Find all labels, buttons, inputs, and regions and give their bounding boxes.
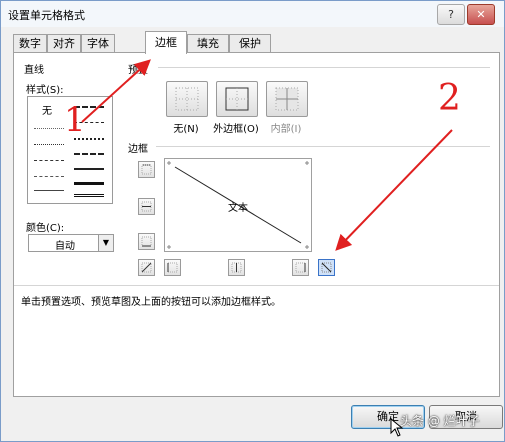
chevron-down-icon[interactable]: ▼ xyxy=(98,235,113,251)
tab-alignment[interactable]: 对齐 xyxy=(47,34,81,53)
presets-divider xyxy=(158,67,490,68)
border-bottom-button[interactable] xyxy=(138,233,155,250)
line-style-option[interactable] xyxy=(34,128,64,129)
border-diagonal-up-button[interactable] xyxy=(138,259,155,276)
border-inside-vertical-icon xyxy=(231,262,242,273)
preset-inside-icon xyxy=(275,87,299,111)
border-left-icon xyxy=(167,262,178,273)
line-style-none[interactable]: 无 xyxy=(42,102,52,117)
preset-none-icon xyxy=(175,87,199,111)
watermark: 头条 @ 烂叶子 xyxy=(400,414,480,428)
line-style-option[interactable] xyxy=(34,144,64,145)
diagonal-down-icon xyxy=(321,262,332,273)
border-left-button[interactable] xyxy=(164,259,181,276)
tab-border[interactable]: 边框 xyxy=(145,31,187,54)
border-bottom-icon xyxy=(141,236,152,247)
border-inside-horizontal-icon xyxy=(141,201,152,212)
help-button[interactable]: ? xyxy=(437,4,465,25)
hint-text: 单击预置选项、预览草图及上面的按钮可以添加边框样式。 xyxy=(21,297,281,308)
border-middle-horizontal-button[interactable] xyxy=(138,198,155,215)
title-bar: 设置单元格格式 ? ✕ xyxy=(1,1,504,27)
line-style-option[interactable] xyxy=(74,153,104,155)
border-tab-panel: 直线 样式(S): 无 颜色(C): 自动 ▼ 预置 无(N) 外边框(O) 内… xyxy=(13,52,500,397)
border-middle-vertical-button[interactable] xyxy=(228,259,245,276)
close-icon: ✕ xyxy=(476,8,486,21)
line-style-option[interactable] xyxy=(74,194,104,197)
line-style-option[interactable] xyxy=(34,176,64,177)
line-style-option[interactable] xyxy=(34,190,64,191)
line-style-option[interactable] xyxy=(74,168,104,170)
line-group-title: 直线 xyxy=(24,65,44,76)
border-top-button[interactable] xyxy=(138,161,155,178)
color-dropdown[interactable]: 自动 ▼ xyxy=(28,234,114,252)
border-diagonal-down-button[interactable] xyxy=(318,259,335,276)
color-label: 颜色(C): xyxy=(26,223,65,234)
tab-font[interactable]: 字体 xyxy=(81,34,115,53)
hint-divider xyxy=(14,285,499,286)
style-label: 样式(S): xyxy=(26,85,64,96)
line-style-option[interactable] xyxy=(34,160,64,161)
border-right-button[interactable] xyxy=(292,259,309,276)
diagonal-up-icon xyxy=(141,262,152,273)
tab-number[interactable]: 数字 xyxy=(13,34,47,53)
preset-inside-label: 内部(I) xyxy=(270,124,302,135)
color-value: 自动 xyxy=(55,241,75,252)
border-right-icon xyxy=(295,262,306,273)
close-button[interactable]: ✕ xyxy=(467,4,495,25)
help-icon: ? xyxy=(448,8,454,21)
preset-outline-button[interactable] xyxy=(216,81,258,117)
preset-none-button[interactable] xyxy=(166,81,208,117)
tab-protection[interactable]: 保护 xyxy=(229,34,271,53)
tab-fill[interactable]: 填充 xyxy=(187,34,229,53)
preview-text: 文本 xyxy=(228,203,248,214)
border-preview[interactable]: 文本 xyxy=(164,158,312,252)
annotation-number-2: 2 xyxy=(438,78,461,119)
border-group-title: 边框 xyxy=(128,144,148,155)
annotation-number-1: 1 xyxy=(64,100,86,140)
line-style-option[interactable] xyxy=(74,182,104,185)
border-top-icon xyxy=(141,164,152,175)
preset-inside-button[interactable] xyxy=(266,81,308,117)
format-cells-dialog: 设置单元格格式 ? ✕ 数字 对齐 字体 边框 填充 保护 直线 样式(S): … xyxy=(0,0,505,442)
preset-outline-icon xyxy=(225,87,249,111)
border-divider xyxy=(156,146,490,147)
dialog-title: 设置单元格格式 xyxy=(8,9,85,22)
presets-group-title: 预置 xyxy=(128,65,148,76)
